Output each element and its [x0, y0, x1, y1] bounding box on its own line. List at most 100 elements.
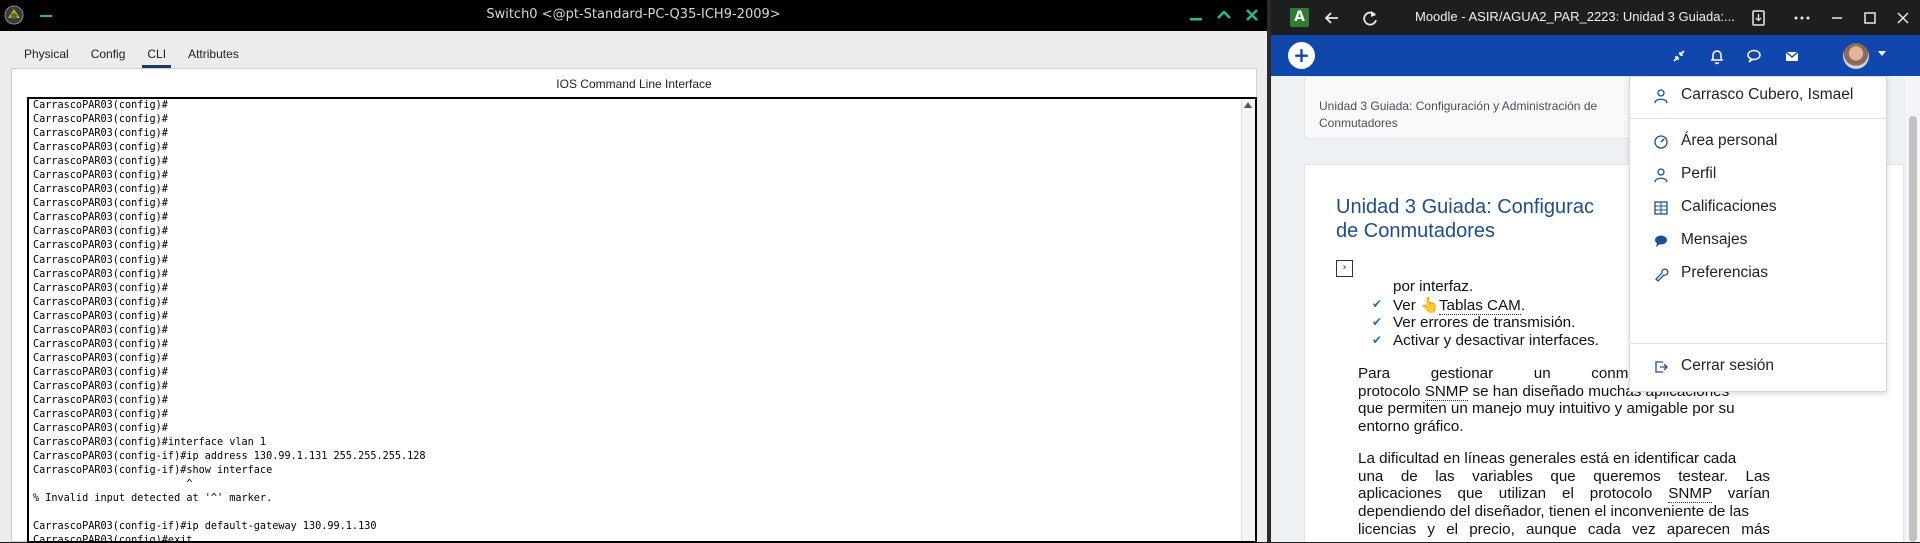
chat-bubble-icon[interactable]: [1743, 45, 1765, 67]
pt-window-title: Switch0 <@pt-Standard-PC-Q35-ICH9-2009>: [486, 7, 781, 22]
hand-pointing-icon: 👆: [1420, 297, 1439, 314]
menu-item-label: Calificaciones: [1681, 198, 1777, 215]
terminal-line: CarrascoPAR03(config)#: [33, 338, 168, 350]
add-plus-icon[interactable]: +: [1288, 42, 1315, 69]
menu-item-perfil[interactable]: Perfil: [1630, 161, 1888, 191]
browser-titlebar: A Moodle - ASIR/AGUA2_PAR_2223: Unidad 3…: [1271, 0, 1920, 35]
install-app-icon[interactable]: [1747, 7, 1769, 29]
tab-cli[interactable]: CLI: [136, 44, 177, 68]
terminal-line: CarrascoPAR03(config-if)#show interface: [33, 465, 273, 477]
browser-window-title: Moodle - ASIR/AGUA2_PAR_2223: Unidad 3 G…: [1415, 9, 1735, 24]
user-name-label: Carrasco Cubero, Ismael: [1681, 86, 1854, 103]
menu-item-mensajes[interactable]: Mensajes: [1630, 227, 1888, 257]
menu-item-cerrar-sesion[interactable]: Cerrar sesión: [1630, 353, 1888, 383]
terminal-line: CarrascoPAR03(config)#interface vlan 1: [33, 437, 267, 449]
terminal-line: CarrascoPAR03(config)#: [33, 226, 168, 238]
terminal-scrollbar[interactable]: [1241, 99, 1255, 541]
terminal-line: CarrascoPAR03(config)#: [33, 254, 168, 266]
tab-attributes[interactable]: Attributes: [177, 44, 250, 66]
terminal-line: CarrascoPAR03(config)#: [33, 268, 168, 280]
moodle-navbar: +: [1271, 35, 1920, 76]
maximize-icon[interactable]: [1859, 7, 1881, 29]
menu-divider: [1630, 118, 1888, 119]
terminal-line: CarrascoPAR03(config)#: [33, 170, 168, 182]
terminal-line: CarrascoPAR03(config)#: [33, 380, 168, 392]
terminal-line: CarrascoPAR03(config)#: [33, 310, 168, 322]
paragraph-1-line1: Para gestionar un conmutad: [1358, 365, 1658, 383]
terminal-line: CarrascoPAR03(config)#: [33, 212, 168, 224]
back-arrow-icon[interactable]: [1321, 7, 1343, 29]
wrench-icon: [1653, 266, 1669, 282]
scroll-up-icon[interactable]: [1244, 102, 1252, 108]
user-avatar[interactable]: [1843, 43, 1869, 69]
notifications-bell-icon[interactable]: [1706, 45, 1728, 67]
collapse-arrows-icon[interactable]: [1668, 45, 1690, 67]
terminal-line: CarrascoPAR03(config)#: [33, 240, 168, 252]
menu-item-area-personal[interactable]: Área personal: [1630, 128, 1888, 158]
packet-tracer-window: Switch0 <@pt-Standard-PC-Q35-ICH9-2009> …: [0, 0, 1267, 543]
checkmark-icon: ✔: [1372, 333, 1383, 347]
mail-envelope-icon[interactable]: [1781, 45, 1803, 67]
tablas-cam-link[interactable]: Tablas CAM: [1438, 297, 1521, 315]
word: un: [1533, 365, 1551, 382]
terminal-line: CarrascoPAR03(config)#: [33, 142, 168, 154]
terminal-line: % Invalid input detected at '^' marker.: [33, 493, 273, 505]
list-item: Activar y desactivar interfaces.: [1393, 332, 1599, 349]
terminal-line: CarrascoPAR03(config-if)#ip default-gate…: [33, 521, 377, 533]
terminal-line: CarrascoPAR03(config)#: [33, 409, 168, 421]
logout-icon: [1653, 359, 1669, 375]
terminal-line: CarrascoPAR03(config)#: [33, 198, 168, 210]
minimize-icon[interactable]: [1185, 4, 1207, 26]
checkmark-icon: ✔: [1372, 297, 1383, 311]
cli-panel-title: IOS Command Line Interface: [556, 77, 712, 91]
grades-table-icon: [1653, 200, 1669, 216]
terminal-line: CarrascoPAR03(config)#: [33, 156, 168, 168]
page-scrollbar[interactable]: [1906, 76, 1920, 542]
terminal-line: CarrascoPAR03(config)#: [33, 296, 168, 308]
terminal-line: CarrascoPAR03(config)#: [33, 352, 168, 364]
minimize-icon[interactable]: [1826, 7, 1848, 29]
breadcrumb[interactable]: Unidad 3 Guiada: Configuración y Adminis…: [1319, 98, 1649, 132]
user-name-item[interactable]: Carrasco Cubero, Ismael: [1630, 82, 1888, 112]
paragraph-2-line4: dependiendo del diseñador, tienen el inc…: [1358, 503, 1749, 521]
terminal-line: CarrascoPAR03(config)#: [33, 394, 168, 406]
terminal-line: ^: [33, 479, 193, 491]
message-bubble-icon: [1653, 233, 1669, 249]
scrollbar-thumb[interactable]: [1909, 116, 1917, 542]
browser-window: A Moodle - ASIR/AGUA2_PAR_2223: Unidad 3…: [1271, 0, 1920, 542]
terminal-line: CarrascoPAR03(config)#: [33, 114, 168, 126]
tab-physical[interactable]: Physical: [13, 44, 80, 66]
close-icon[interactable]: [1892, 7, 1914, 29]
paragraph-2-line1: La dificultad en líneas generales está e…: [1358, 450, 1737, 467]
terminal-line: CarrascoPAR03(config)#: [33, 100, 168, 111]
paragraph-2-line2: una de las variables que queremos testea…: [1358, 467, 1770, 485]
word: Para: [1358, 365, 1391, 382]
chevron-down-icon[interactable]: [1878, 51, 1886, 56]
reload-icon[interactable]: [1359, 7, 1381, 29]
snmp-link[interactable]: SNMP: [1424, 382, 1469, 401]
paragraph-1-line4: entorno gráfico.: [1358, 418, 1464, 436]
checkmark-icon: ✔: [1372, 315, 1383, 329]
menu-item-calificaciones[interactable]: Calificaciones: [1630, 194, 1888, 224]
tab-config[interactable]: Config: [80, 44, 137, 66]
cli-terminal[interactable]: CarrascoPAR03(config)# CarrascoPAR03(conf…: [27, 97, 1257, 543]
close-icon[interactable]: [1241, 4, 1263, 26]
text: protocolo: [1358, 382, 1425, 400]
paragraph-2: La dificultad en líneas generales está e…: [1358, 450, 1770, 539]
paragraph-1-line3: que permiten un manejo muy intuitivo y a…: [1358, 400, 1735, 418]
user-menu-dropdown: Carrasco Cubero, Ismael Área personal Pe…: [1629, 76, 1888, 392]
terminal-line: CarrascoPAR03(config-if)#ip address 130.…: [33, 451, 426, 463]
menu-item-label: Preferencias: [1681, 264, 1769, 281]
list-item: Ver errores de transmisión.: [1393, 314, 1576, 331]
pt-tab-bar: Physical Config CLI Attributes: [13, 44, 250, 68]
list-item-partial: por interfaz.: [1393, 278, 1474, 295]
more-options-icon[interactable]: [1791, 7, 1813, 29]
terminal-line: CarrascoPAR03(config)#: [33, 324, 168, 336]
terminal-line: CarrascoPAR03(config)#: [33, 184, 168, 196]
expand-toggle-icon[interactable]: ›: [1336, 260, 1353, 277]
menu-item-label: Área personal: [1681, 132, 1778, 149]
maximize-chevron-up-icon[interactable]: [1213, 4, 1235, 26]
snmp-link[interactable]: SNMP: [1668, 485, 1712, 504]
menu-item-preferencias[interactable]: Preferencias: [1630, 260, 1888, 290]
menu-divider: [1630, 343, 1888, 344]
